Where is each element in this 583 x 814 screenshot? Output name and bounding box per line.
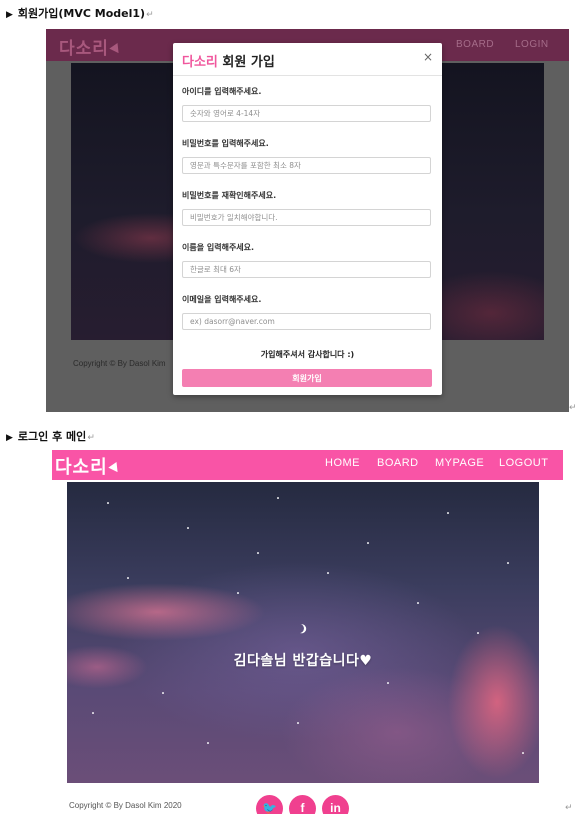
crescent-moon-icon: [294, 623, 306, 635]
nav-board-link[interactable]: BOARD: [456, 39, 494, 50]
signup-button[interactable]: 회원가입: [182, 369, 432, 387]
email-label: 이메일을 입력해주세요.: [182, 295, 262, 304]
site-logo: 다소리: [59, 34, 123, 59]
password-input[interactable]: [182, 157, 431, 174]
modal-title: 다소리 회원 가입: [182, 55, 275, 70]
paragraph-mark: ↵: [565, 803, 573, 813]
nav-home-link[interactable]: HOME: [325, 457, 360, 469]
password-label: 비밀번호를 입력해주세요.: [182, 139, 269, 148]
twitter-icon[interactable]: 🐦: [256, 795, 283, 814]
password-confirm-input[interactable]: [182, 209, 431, 226]
signup-modal: 다소리 회원 가입 × 아이디를 입력해주세요. 비밀번호를 입력해주세요. 비…: [173, 43, 442, 395]
linkedin-icon[interactable]: in: [322, 795, 349, 814]
nav-login-link[interactable]: LOGIN: [515, 39, 549, 50]
welcome-message: 김다솔님 반갑습니다♥: [233, 653, 373, 669]
navbar: 다소리 HOME BOARD MYPAGE LOGOUT: [52, 450, 563, 480]
paragraph-mark: ↵: [569, 403, 577, 413]
triangle-bullet-icon: ▶: [6, 10, 13, 20]
main-section-heading: ▶ 로그인 후 메인↵: [6, 430, 95, 443]
nav-board-link[interactable]: BOARD: [377, 457, 419, 469]
nav-mypage-link[interactable]: MYPAGE: [435, 457, 484, 469]
hero-night-sky-image: 김다솔님 반갑습니다♥: [67, 482, 539, 783]
nav-logout-link[interactable]: LOGOUT: [499, 457, 548, 469]
cursor-icon: [108, 461, 122, 475]
name-input[interactable]: [182, 261, 431, 278]
password-confirm-label: 비밀번호를 재확인해주세요.: [182, 191, 277, 200]
main-screenshot: 다소리 HOME BOARD MYPAGE LOGOUT 김다솔님 반갑습니다♥…: [52, 450, 563, 814]
close-icon[interactable]: ×: [423, 50, 433, 64]
signup-section-heading: ▶ 회원가입(MVC Model1)↵: [6, 7, 154, 20]
name-label: 이름을 입력해주세요.: [182, 243, 255, 252]
triangle-bullet-icon: ▶: [6, 433, 13, 443]
email-input[interactable]: [182, 313, 431, 330]
site-logo[interactable]: 다소리: [55, 453, 122, 479]
signup-screenshot: 다소리 BOARD LOGIN Copyright © By Dasol Kim…: [46, 29, 569, 412]
paragraph-mark: ↵: [146, 10, 154, 20]
cursor-icon: [109, 42, 123, 56]
paragraph-mark: ↵: [87, 433, 95, 443]
id-input[interactable]: [182, 105, 431, 122]
modal-header: 다소리 회원 가입 ×: [173, 43, 442, 76]
facebook-icon[interactable]: f: [289, 795, 316, 814]
footer-copyright: Copyright © By Dasol Kim 2020: [69, 801, 182, 810]
footer-copyright: Copyright © By Dasol Kim: [73, 359, 166, 368]
id-label: 아이디를 입력해주세요.: [182, 87, 262, 96]
thanks-message: 가입해주셔서 감사합니다 :): [260, 350, 355, 359]
